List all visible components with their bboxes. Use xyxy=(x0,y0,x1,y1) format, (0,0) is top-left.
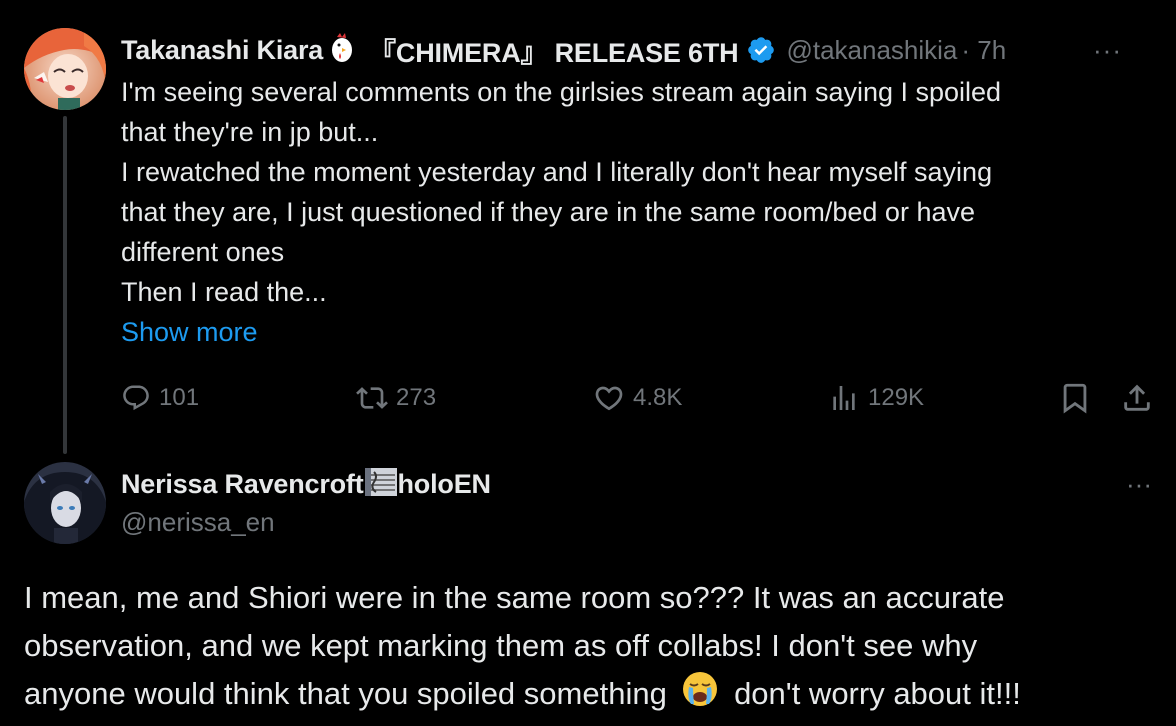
tweet-text: I'm seeing several comments on the girls… xyxy=(121,72,1131,312)
tweet-header: Takanashi Kiara 『CHIMERA』 RELEASE 6TH @t… xyxy=(121,30,1146,70)
bookmark-icon xyxy=(1063,383,1087,414)
more-options-icon[interactable]: ··· xyxy=(1093,35,1122,66)
reply-more-options-icon[interactable]: ··· xyxy=(1126,464,1152,504)
reply-text-before-emoji: anyone would think that you spoiled some… xyxy=(24,676,667,712)
like-button[interactable]: 4.8K xyxy=(593,376,682,420)
tweet-text-line: different ones xyxy=(121,237,285,267)
tweet-text-line: Then I read the... xyxy=(121,277,327,307)
music-score-emoji-icon xyxy=(364,466,398,503)
views-button[interactable]: 129K xyxy=(828,376,924,420)
avatar-nerissa[interactable] xyxy=(24,462,106,544)
avatar-kiara[interactable] xyxy=(24,28,106,110)
tweet-text-line: I'm seeing several comments on the girls… xyxy=(121,77,1002,107)
tweet-thread: Takanashi Kiara 『CHIMERA』 RELEASE 6TH @t… xyxy=(0,0,1176,726)
show-more-link[interactable]: Show more xyxy=(121,312,258,352)
retweet-button[interactable]: 273 xyxy=(356,376,436,420)
retweet-count: 273 xyxy=(396,384,437,411)
chicken-emoji-icon xyxy=(329,32,355,68)
tweet-action-bar: 101 273 4.8K 129K xyxy=(121,376,1161,420)
share-icon xyxy=(1124,384,1150,411)
reply-text: I mean, me and Shiori were in the same r… xyxy=(24,574,1164,722)
tweet-text-line: I rewatched the moment yesterday and I l… xyxy=(121,157,993,187)
author-handle[interactable]: @takanashikia xyxy=(786,35,957,66)
views-icon xyxy=(833,386,855,410)
bookmark-button[interactable] xyxy=(1058,376,1092,420)
reply-count: 101 xyxy=(159,384,200,411)
like-count: 4.8K xyxy=(633,384,683,411)
reply-author-handle[interactable]: @nerissa_en xyxy=(121,502,275,542)
reply-text-after-emoji: don't worry about it!!! xyxy=(734,676,1021,712)
reply-text-line: anyone would think that you spoiled some… xyxy=(24,670,1164,722)
reply-text-line: I mean, me and Shiori were in the same r… xyxy=(24,580,1005,615)
share-button[interactable] xyxy=(1120,376,1154,420)
reply-header: Nerissa Ravencroft holoEN xyxy=(121,464,491,504)
reply-author-name-suffix[interactable]: holoEN xyxy=(398,469,491,500)
retweet-icon xyxy=(356,387,388,409)
crying-face-emoji-icon xyxy=(681,670,719,722)
tweet-text-line: that they are, I just questioned if they… xyxy=(121,197,975,227)
reply-text-line: observation, and we kept marking them as… xyxy=(24,628,978,663)
author-name[interactable]: Takanashi Kiara xyxy=(121,35,323,66)
reply-author-name[interactable]: Nerissa Ravencroft xyxy=(121,469,364,500)
tweet-text-line: that they're in jp but... xyxy=(121,117,379,147)
reply-icon xyxy=(123,385,149,411)
author-name-suffix[interactable]: 『CHIMERA』 RELEASE 6TH xyxy=(369,31,739,70)
verified-badge-icon xyxy=(746,35,776,65)
thread-line xyxy=(63,116,67,454)
reply-button[interactable]: 101 xyxy=(121,376,199,420)
heart-icon xyxy=(595,386,623,411)
views-count: 129K xyxy=(868,384,925,411)
tweet-timestamp[interactable]: · 7h xyxy=(961,35,1006,66)
